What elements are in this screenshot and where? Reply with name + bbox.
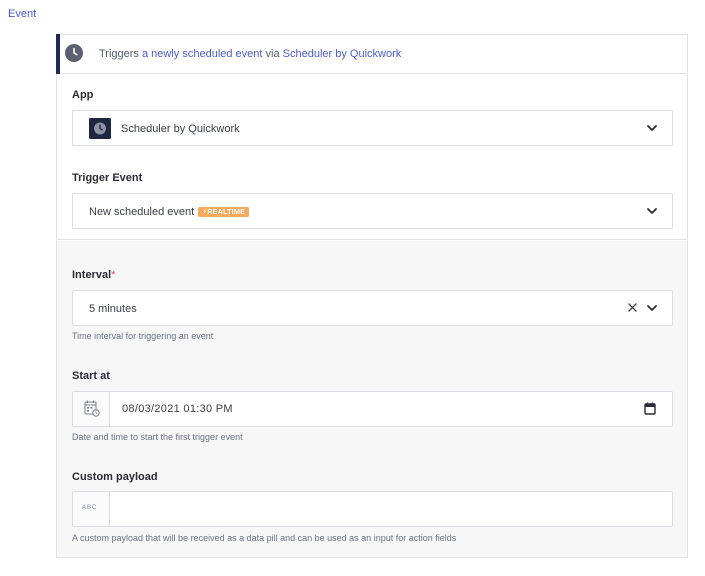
start-at-label: Start at — [72, 370, 110, 382]
clock-icon — [89, 118, 111, 139]
required-mark: * — [111, 269, 116, 281]
interval-select[interactable]: 5 minutes — [72, 290, 673, 326]
trigger-description: Triggers a newly scheduled event via Sch… — [99, 48, 401, 60]
app-select-value: Scheduler by Quickwork — [121, 123, 240, 135]
chevron-down-icon[interactable] — [646, 206, 658, 216]
event-link[interactable]: a newly scheduled event — [142, 48, 262, 60]
text-type-label: ABC — [82, 505, 98, 511]
app-select[interactable]: Scheduler by Quickwork — [72, 110, 673, 146]
trigger-event-value: New scheduled event ⚡REALTIME — [89, 206, 250, 218]
trigger-event-select[interactable]: New scheduled event ⚡REALTIME — [72, 193, 673, 229]
realtime-badge: ⚡REALTIME — [198, 207, 250, 217]
clear-icon[interactable] — [627, 302, 638, 313]
trigger-via-text: via — [262, 48, 283, 60]
start-at-help-text: Date and time to start the first trigger… — [72, 432, 243, 442]
trigger-header: Triggers a newly scheduled event via Sch… — [56, 34, 687, 74]
custom-payload-help-text: A custom payload that will be received a… — [72, 533, 457, 543]
text-type-icon: ABC — [73, 492, 110, 526]
app-link[interactable]: Scheduler by Quickwork — [283, 48, 402, 60]
interval-label-text: Interval — [72, 269, 112, 281]
start-at-input[interactable]: 08/03/2021 01:30 PM — [72, 391, 673, 427]
trigger-inputs-section: Interval* 5 minutes Time interval for tr… — [57, 241, 687, 557]
clock-icon — [65, 44, 83, 62]
custom-payload-input[interactable]: ABC — [72, 491, 673, 527]
calendar-clock-icon — [73, 392, 110, 426]
start-at-value: 08/03/2021 01:30 PM — [122, 403, 233, 415]
interval-label: Interval* — [72, 269, 115, 281]
trigger-config-card: Triggers a newly scheduled event via Sch… — [56, 34, 688, 558]
chevron-down-icon[interactable] — [646, 123, 658, 133]
app-label: App — [72, 89, 94, 101]
header-accent-bar — [56, 34, 60, 74]
chevron-down-icon[interactable] — [646, 303, 658, 313]
interval-help-text: Time interval for triggering an event — [72, 331, 214, 341]
trigger-event-label: Trigger Event — [72, 172, 143, 184]
app-event-section: App Scheduler by Quickwork Trigger Event… — [57, 75, 687, 240]
event-section-link[interactable]: Event — [8, 8, 36, 20]
trigger-prefix-text: Triggers — [99, 48, 142, 60]
calendar-icon[interactable] — [644, 402, 656, 415]
trigger-event-text: New scheduled event — [89, 206, 195, 218]
custom-payload-label: Custom payload — [72, 471, 158, 483]
interval-value: 5 minutes — [89, 303, 137, 315]
